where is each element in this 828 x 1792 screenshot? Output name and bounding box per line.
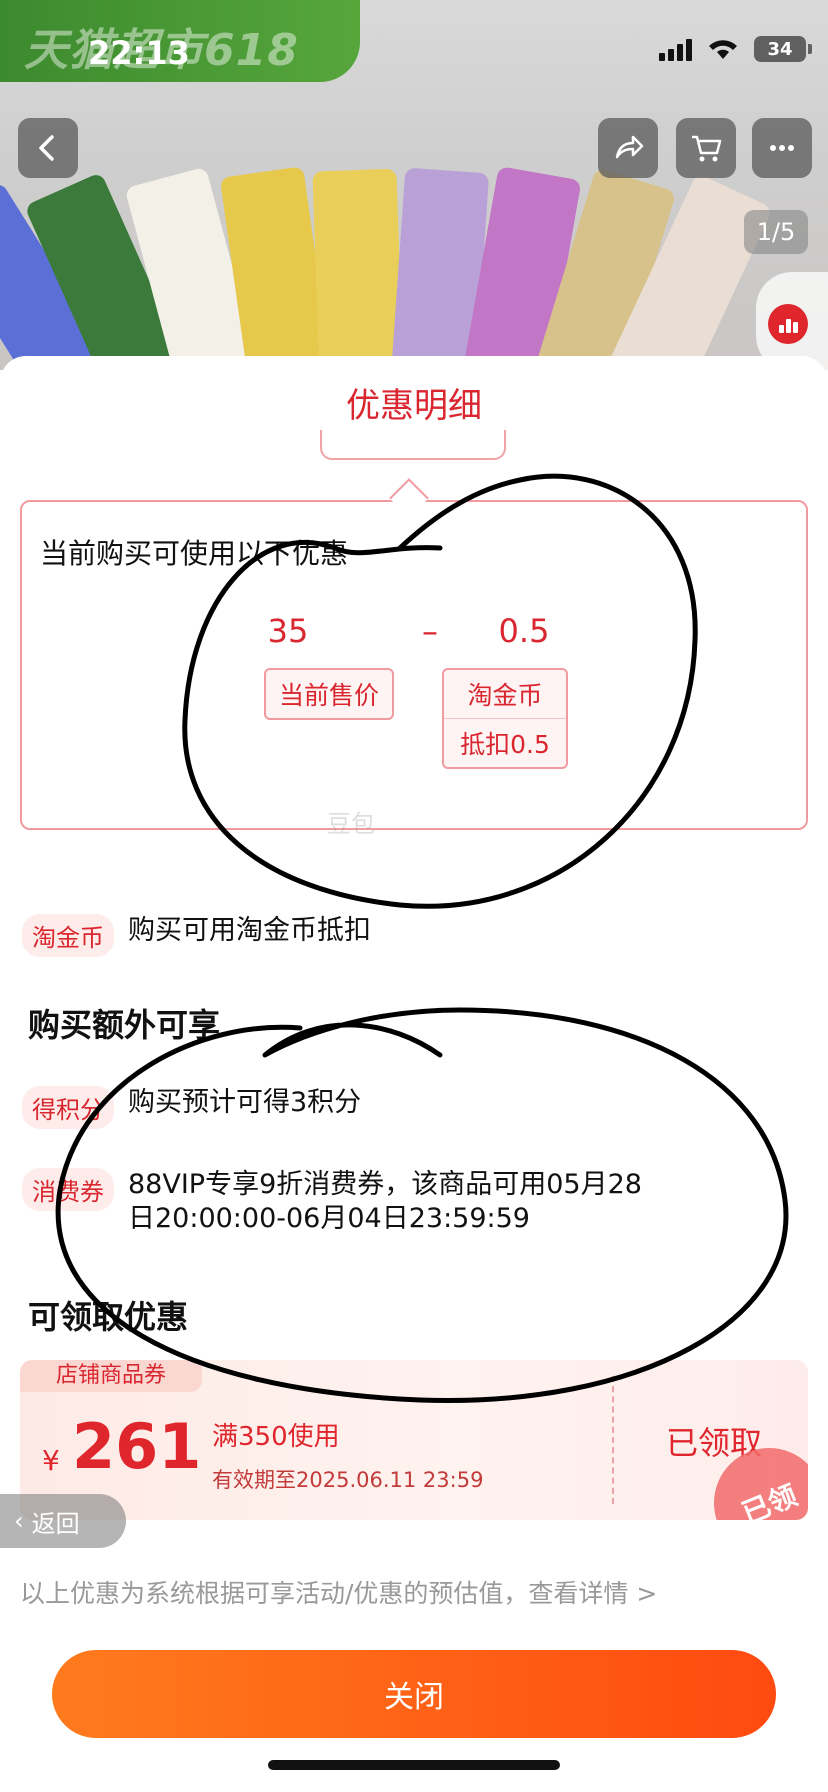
status-indicators: 34 [659,36,812,62]
coin-tag: 淘金币 [22,914,114,957]
promo-heading: 当前购买可使用以下优惠 [40,537,349,570]
more-icon [770,145,794,151]
coin-deduct: 抵扣0.5 [444,718,566,767]
watermark: 豆包 [327,810,375,838]
discount-value: 0.5 [498,612,550,650]
store-coupon[interactable]: 店铺商品券 ¥ 261 满350使用 有效期至2025.06.11 23:59 … [20,1360,808,1520]
voucher-row: 消费券 88VIP专享9折消费券，该商品可用05月28日20:00:00-06月… [22,1168,682,1236]
coin-label: 淘金币 [467,681,543,710]
price-label: 当前售价 [278,681,379,710]
claimable-title: 可领取优惠 [28,1298,189,1336]
wifi-icon [706,37,740,61]
coupon-amount: 261 [72,1410,202,1483]
product-image-area: 天猫超市618 22:13 34 1/5 [0,0,828,370]
coupon-validity: 有效期至2025.06.11 23:59 [212,1468,484,1492]
signal-icon [659,37,692,61]
points-tag: 得积分 [22,1086,114,1129]
share-icon [615,135,644,159]
price-label-chip: 当前售价 [264,668,394,720]
coin-text: 购买可用淘金币抵扣 [128,915,371,946]
coin-row: 淘金币 购买可用淘金币抵扣 [22,914,371,957]
chevron-left-icon: ‹ [14,1507,24,1535]
coupon-currency: ¥ [42,1444,60,1477]
battery-icon: 34 [754,36,812,62]
voucher-text: 88VIP专享9折消费券，该商品可用05月28日20:00:00-06月04日2… [128,1169,642,1234]
extra-benefits-title: 购买额外可享 [28,1006,221,1044]
chevron-left-icon [39,135,54,161]
tab-indicator [320,430,506,460]
product-image [0,150,774,370]
voucher-tag: 消费券 [22,1168,114,1211]
return-label: 返回 [31,1509,80,1538]
share-button[interactable] [598,118,658,178]
home-indicator [268,1760,560,1770]
points-text: 购买预计可得3积分 [128,1087,362,1118]
coupon-condition: 满350使用 [212,1422,340,1452]
price-value: 35 [267,612,309,650]
coin-discount-chip: 淘金币 抵扣0.5 [442,668,568,769]
cart-icon [692,135,722,162]
image-counter: 1/5 [744,210,808,254]
minus-sign: – [422,612,438,650]
current-promo-box: 当前购买可使用以下优惠 35 – 0.5 当前售价 淘金币 抵扣0.5 豆包 [20,500,808,838]
cart-button[interactable] [676,118,736,178]
sheet-title: 优惠明细 [346,386,482,426]
discount-detail-sheet: 优惠明细 当前购买可使用以下优惠 35 – 0.5 当前售价 淘金币 抵扣0.5… [0,356,828,1792]
points-row: 得积分 购买预计可得3积分 [22,1086,361,1129]
close-button[interactable]: 关闭 [52,1650,776,1738]
estimate-footnote-link[interactable]: 以上优惠为系统根据可享活动/优惠的预估值，查看详情 > [20,1574,657,1610]
back-button[interactable] [18,118,78,178]
chart-icon[interactable] [768,304,808,344]
return-pill-button[interactable]: ‹ 返回 [0,1494,126,1548]
status-time: 22:13 [88,34,190,72]
coupon-divider [612,1376,614,1504]
more-button[interactable] [752,118,812,178]
coupon-type-label: 店铺商品券 [20,1360,202,1392]
